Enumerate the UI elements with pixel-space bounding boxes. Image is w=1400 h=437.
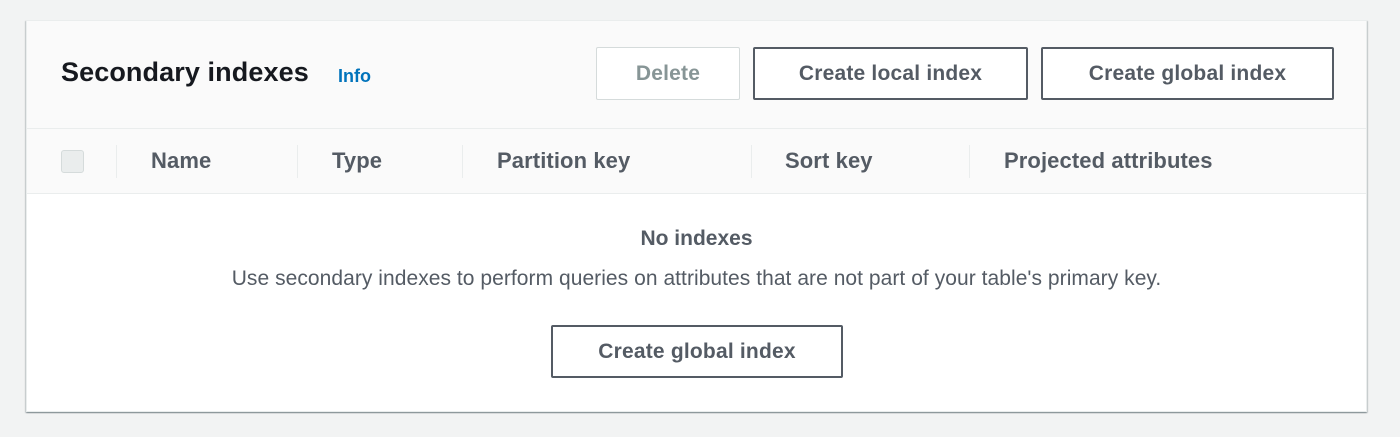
- column-divider[interactable]: [297, 145, 298, 178]
- select-all-checkbox[interactable]: [61, 150, 84, 173]
- column-divider[interactable]: [751, 145, 752, 178]
- column-header-type[interactable]: Type: [332, 148, 382, 174]
- empty-state-create-global-index-button[interactable]: Create global index: [551, 325, 843, 378]
- column-divider[interactable]: [116, 145, 117, 178]
- panel-title: Secondary indexes: [61, 57, 309, 87]
- column-header-sort-key[interactable]: Sort key: [785, 148, 873, 174]
- delete-button[interactable]: Delete: [596, 47, 740, 100]
- empty-state-description: Use secondary indexes to perform queries…: [231, 267, 1162, 290]
- column-header-name[interactable]: Name: [151, 148, 211, 174]
- column-divider[interactable]: [969, 145, 970, 178]
- secondary-indexes-panel: Secondary indexes Info Delete Create loc…: [26, 20, 1367, 412]
- column-header-partition-key[interactable]: Partition key: [497, 148, 630, 174]
- empty-state-title: No indexes: [640, 227, 753, 250]
- create-global-index-button[interactable]: Create global index: [1041, 47, 1334, 100]
- column-divider[interactable]: [462, 145, 463, 178]
- create-local-index-button[interactable]: Create local index: [753, 47, 1028, 100]
- table-header: Name Type Partition key Sort key Project…: [27, 129, 1366, 194]
- info-link[interactable]: Info: [338, 66, 371, 87]
- panel-header: Secondary indexes Info Delete Create loc…: [27, 21, 1366, 129]
- column-header-projected-attributes[interactable]: Projected attributes: [1004, 148, 1213, 174]
